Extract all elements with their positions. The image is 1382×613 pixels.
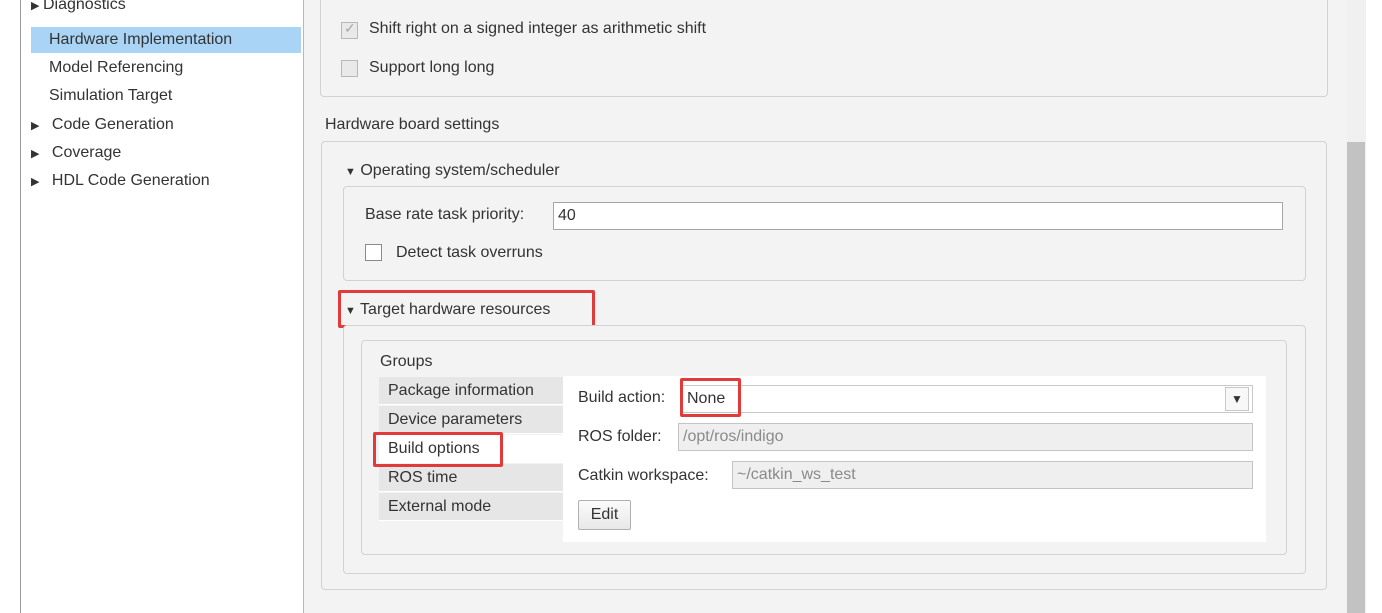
collapse-arrow-icon[interactable]: ▼ xyxy=(345,166,356,178)
ros-folder-label: ROS folder: xyxy=(578,428,662,445)
os-scheduler-panel xyxy=(343,186,1306,281)
tree-item-hardware-implementation[interactable]: Hardware Implementation xyxy=(31,27,301,53)
os-scheduler-title: Operating system/scheduler xyxy=(360,162,560,179)
group-device-parameters[interactable]: Device parameters xyxy=(379,406,563,434)
shift-right-checkbox: ✓ xyxy=(341,20,358,39)
group-external-mode[interactable]: External mode xyxy=(379,493,563,521)
groups-label: Groups xyxy=(380,353,433,370)
expand-arrow-icon[interactable]: ▶ xyxy=(31,113,43,139)
detect-overruns-label: Detect task overruns xyxy=(396,244,543,261)
tree-item-simulation-target[interactable]: Simulation Target xyxy=(49,83,172,109)
ros-folder-input: /opt/ros/indigo xyxy=(678,423,1253,451)
group-package-information[interactable]: Package information xyxy=(379,377,563,405)
expand-arrow-icon[interactable]: ▶ xyxy=(31,169,43,195)
expand-arrow-icon[interactable]: ▶ xyxy=(31,0,43,19)
tree-item-label: Code Generation xyxy=(51,116,174,133)
tree-item-label: Diagnostics xyxy=(43,0,126,13)
expand-arrow-icon[interactable]: ▶ xyxy=(31,141,43,167)
target-resources-header[interactable]: ▼ Target hardware resources xyxy=(345,301,550,319)
build-action-value: None xyxy=(687,390,726,407)
tree-item-hdl-code-generation[interactable]: ▶ HDL Code Generation xyxy=(31,168,210,194)
section-title: Hardware board settings xyxy=(325,116,500,133)
group-build-options[interactable]: Build options xyxy=(379,435,563,463)
tree-item-code-generation[interactable]: ▶ Code Generation xyxy=(31,112,174,138)
build-action-label: Build action: xyxy=(578,389,666,406)
checkmark-icon: ✓ xyxy=(344,20,356,36)
tree-item-model-referencing[interactable]: Model Referencing xyxy=(49,55,183,81)
support-long-long-checkbox xyxy=(341,60,358,77)
collapse-arrow-icon[interactable]: ▼ xyxy=(345,305,356,317)
tree-item-label: HDL Code Generation xyxy=(51,172,210,189)
tree-item-label: Hardware Implementation xyxy=(49,31,233,48)
tree-item-label: Coverage xyxy=(51,144,122,161)
device-details-panel xyxy=(320,0,1328,97)
group-ros-time[interactable]: ROS time xyxy=(379,464,563,492)
priority-input[interactable]: 40 xyxy=(553,202,1283,230)
scrollbar-thumb[interactable] xyxy=(1347,142,1365,613)
tree-left-divider xyxy=(20,0,21,613)
os-scheduler-header[interactable]: ▼ Operating system/scheduler xyxy=(345,162,560,180)
build-action-select[interactable]: None xyxy=(682,385,1253,413)
detect-overruns-checkbox[interactable] xyxy=(365,244,382,261)
target-resources-title: Target hardware resources xyxy=(360,301,551,318)
tree-item-coverage[interactable]: ▶ Coverage xyxy=(31,140,121,166)
window-edge xyxy=(1366,0,1382,613)
priority-label: Base rate task priority: xyxy=(365,206,525,223)
tree-item-label: Simulation Target xyxy=(49,87,173,104)
edit-button[interactable]: Edit xyxy=(578,500,631,530)
catkin-workspace-input: ~/catkin_ws_test xyxy=(732,461,1253,489)
shift-right-label: Shift right on a signed integer as arith… xyxy=(369,20,707,37)
support-long-long-label: Support long long xyxy=(369,59,495,76)
catkin-workspace-label: Catkin workspace: xyxy=(578,467,709,484)
chevron-down-icon[interactable]: ▼ xyxy=(1225,387,1249,411)
tree-item-diagnostics[interactable]: ▶ Diagnostics xyxy=(31,0,301,18)
tree-item-label: Model Referencing xyxy=(49,59,184,76)
